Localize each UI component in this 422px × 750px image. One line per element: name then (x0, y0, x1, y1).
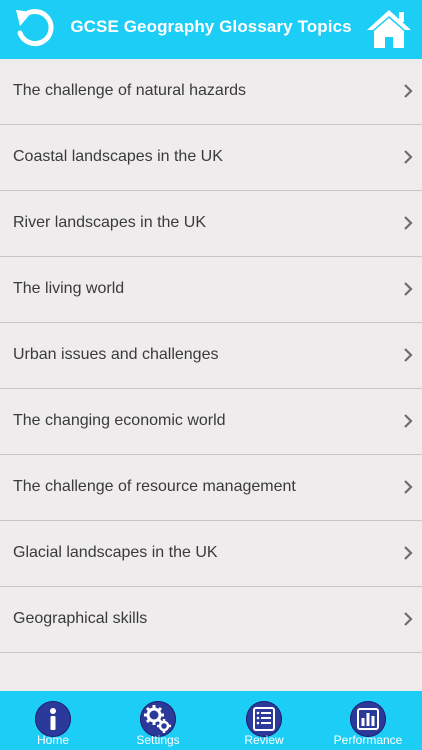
tab-performance[interactable]: Performance (318, 691, 418, 750)
list-item-label: The challenge of natural hazards (13, 82, 247, 99)
list-item[interactable]: Glacial landscapes in the UK (0, 521, 422, 587)
home-button[interactable] (365, 8, 413, 50)
list-item[interactable]: The challenge of resource management (0, 455, 422, 521)
tab-icon-circle (140, 701, 176, 737)
tab-icon-circle (246, 701, 282, 737)
chevron-right-icon (404, 216, 413, 230)
list-item-label: The challenge of resource management (13, 478, 296, 495)
list-item[interactable]: Coastal landscapes in the UK (0, 125, 422, 191)
app-header: GCSE Geography Glossary Topics (0, 0, 422, 59)
list-item[interactable]: Urban issues and challenges (0, 323, 422, 389)
list-item[interactable]: Geographical skills (0, 587, 422, 653)
list-item-label: Glacial landscapes in the UK (13, 544, 218, 561)
list-item[interactable]: The challenge of natural hazards (0, 59, 422, 125)
tab-label: Review (244, 733, 284, 747)
tab-label: Home (36, 733, 69, 747)
topic-list: The challenge of natural hazards Coastal… (0, 59, 422, 653)
list-item-label: The changing economic world (13, 412, 226, 429)
list-item[interactable]: The living world (0, 257, 422, 323)
tab-bar: Home Settings Review Performance (0, 691, 422, 750)
chevron-right-icon (404, 546, 413, 560)
tab-icon-circle (350, 701, 386, 737)
chevron-right-icon (404, 348, 413, 362)
page-title: GCSE Geography Glossary Topics (70, 17, 352, 36)
tab-settings[interactable]: Settings (108, 691, 208, 750)
info-icon (50, 708, 56, 730)
chevron-right-icon (404, 84, 413, 98)
list-item[interactable]: River landscapes in the UK (0, 191, 422, 257)
list-item-label: River landscapes in the UK (13, 214, 206, 231)
tab-label: Performance (333, 733, 403, 747)
chevron-right-icon (404, 282, 413, 296)
list-item[interactable]: The changing economic world (0, 389, 422, 455)
chevron-right-icon (404, 612, 413, 626)
list-item-label: Geographical skills (13, 610, 148, 627)
tab-icon-circle (35, 701, 71, 737)
tab-label: Settings (136, 733, 180, 747)
list-item-label: The living world (13, 280, 125, 297)
gears-icon (144, 705, 171, 733)
chevron-right-icon (404, 414, 413, 428)
list-icon (253, 707, 275, 731)
bar-chart-icon (357, 708, 379, 730)
chevron-right-icon (404, 150, 413, 164)
list-item-label: Urban issues and challenges (13, 346, 219, 363)
chevron-right-icon (404, 480, 413, 494)
tab-home[interactable]: Home (3, 691, 103, 750)
home-icon (367, 10, 411, 48)
tab-review[interactable]: Review (214, 691, 314, 750)
list-item-label: Coastal landscapes in the UK (13, 148, 223, 165)
